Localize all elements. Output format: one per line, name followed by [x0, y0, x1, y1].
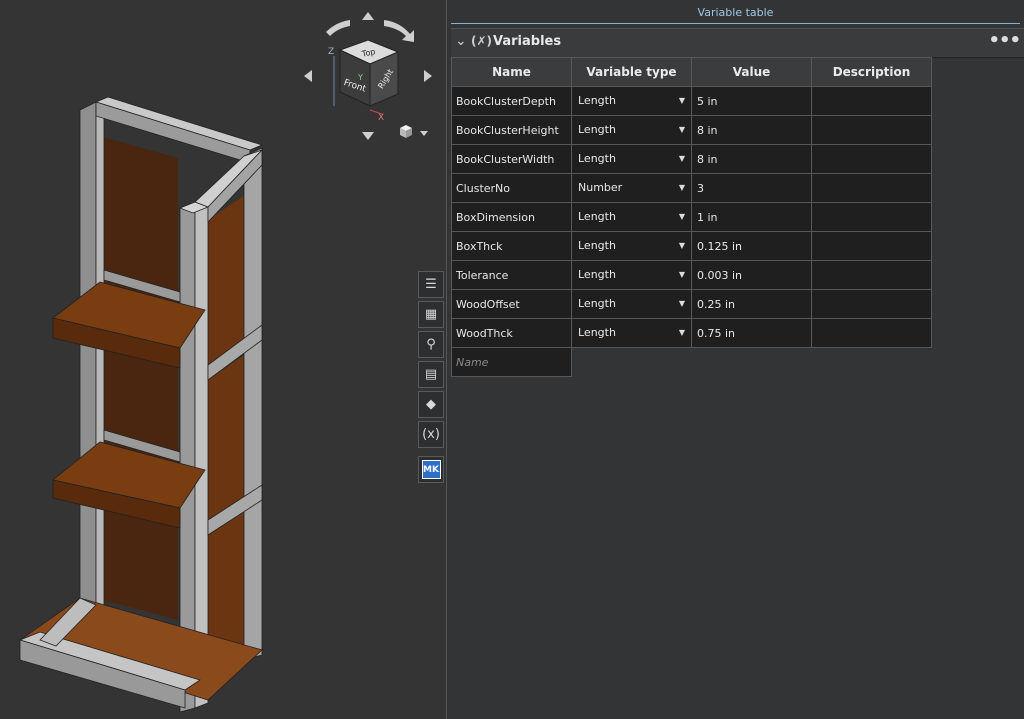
dropdown-arrow-icon[interactable]: ▼: [679, 117, 685, 144]
table-row[interactable]: BookClusterWidth Length ▼ 8 in: [451, 144, 932, 174]
variable-name-cell[interactable]: Tolerance: [451, 260, 572, 290]
variable-name-cell[interactable]: BoxThck: [451, 231, 572, 261]
variable-type-value: Length: [578, 326, 616, 339]
table-header-row: Name Variable type Value Description: [451, 57, 932, 87]
variable-type-value: Number: [578, 181, 623, 194]
table-row[interactable]: BookClusterHeight Length ▼ 8 in: [451, 115, 932, 145]
dropdown-arrow-icon[interactable]: ▼: [679, 88, 685, 115]
dropdown-arrow-icon[interactable]: ▼: [679, 233, 685, 260]
variables-table: Name Variable type Value Description Boo…: [451, 57, 932, 377]
header-variable-type[interactable]: Variable type: [571, 57, 692, 87]
axis-x-label: X: [378, 113, 384, 123]
rotate-left-side-arrow[interactable]: [304, 70, 312, 82]
header-name[interactable]: Name: [451, 57, 572, 87]
variable-name-cell[interactable]: WoodThck: [451, 318, 572, 348]
table-row[interactable]: BookClusterDepth Length ▼ 5 in: [451, 86, 932, 116]
parts-icon[interactable]: ▦: [418, 301, 444, 328]
variable-value-cell[interactable]: 8 in: [691, 115, 812, 145]
variable-name-cell[interactable]: BookClusterHeight: [451, 115, 572, 145]
variable-value-cell[interactable]: 8 in: [691, 144, 812, 174]
variable-type-value: Length: [578, 239, 616, 252]
variable-type-select[interactable]: Length ▼: [571, 144, 692, 174]
dropdown-arrow-icon[interactable]: ▼: [679, 175, 685, 202]
variable-type-value: Length: [578, 152, 616, 165]
variable-value-cell[interactable]: 3: [691, 173, 812, 203]
variable-type-select[interactable]: Length ▼: [571, 260, 692, 290]
variable-description-cell[interactable]: [811, 173, 932, 203]
variable-description-cell[interactable]: [811, 115, 932, 145]
variable-description-cell[interactable]: [811, 86, 932, 116]
view-options-icon[interactable]: [400, 125, 428, 138]
mk-app-icon[interactable]: MK: [418, 456, 444, 483]
variable-description-cell[interactable]: [811, 318, 932, 348]
dropdown-arrow-icon[interactable]: ▼: [679, 146, 685, 173]
variable-name-cell[interactable]: BookClusterWidth: [451, 144, 572, 174]
variable-description-cell[interactable]: [811, 202, 932, 232]
variable-type-select[interactable]: Length ▼: [571, 86, 692, 116]
dropdown-arrow-icon[interactable]: ▼: [679, 320, 685, 347]
variable-type-select[interactable]: Length ▼: [571, 115, 692, 145]
variable-type-value: Length: [578, 94, 616, 107]
mates-icon[interactable]: ⚲: [418, 331, 444, 358]
variable-description-cell[interactable]: [811, 144, 932, 174]
header-description[interactable]: Description: [811, 57, 932, 87]
variable-description-cell[interactable]: [811, 231, 932, 261]
variable-table-panel: Variable table ⌄ (✗) Variables ••• Name …: [447, 0, 1024, 719]
variables-icon[interactable]: (x): [418, 421, 444, 448]
table-row[interactable]: Tolerance Length ▼ 0.003 in: [451, 260, 932, 290]
table-row[interactable]: WoodThck Length ▼ 0.75 in: [451, 318, 932, 348]
rotate-up-arrow[interactable]: [362, 12, 374, 20]
rotate-right-arrow[interactable]: [384, 20, 414, 42]
variable-type-select[interactable]: Length ▼: [571, 318, 692, 348]
table-row[interactable]: BoxDimension Length ▼ 1 in: [451, 202, 932, 232]
new-variable-row: Name: [451, 347, 932, 377]
dropdown-arrow-icon[interactable]: ▼: [679, 262, 685, 289]
variable-value-cell[interactable]: 5 in: [691, 86, 812, 116]
variable-type-value: Length: [578, 123, 616, 136]
variable-description-cell[interactable]: [811, 289, 932, 319]
panel-title: Variable table: [697, 6, 774, 19]
variable-name-cell[interactable]: BoxDimension: [451, 202, 572, 232]
variable-type-select[interactable]: Length ▼: [571, 202, 692, 232]
variable-value-cell[interactable]: 0.25 in: [691, 289, 812, 319]
table-row[interactable]: ClusterNo Number ▼ 3: [451, 173, 932, 203]
dropdown-arrow-icon[interactable]: ▼: [679, 291, 685, 318]
appearance-icon[interactable]: ◆: [418, 391, 444, 418]
chevron-down-icon[interactable]: ⌄: [455, 33, 467, 49]
variable-value-cell[interactable]: 1 in: [691, 202, 812, 232]
table-row[interactable]: WoodOffset Length ▼ 0.25 in: [451, 289, 932, 319]
feature-list-icon[interactable]: ☰: [418, 271, 444, 298]
variable-value-cell[interactable]: 0.003 in: [691, 260, 812, 290]
right-toolbar: ☰ ▦ ⚲ ▤ ◆ (x) MK: [418, 271, 444, 486]
section-title: Variables: [493, 34, 562, 49]
variables-section-header[interactable]: ⌄ (✗) Variables •••: [451, 28, 1024, 58]
axis-z-label: Z: [328, 47, 334, 57]
variable-type-select[interactable]: Number ▼: [571, 173, 692, 203]
panel-title-underline: [451, 23, 1020, 24]
axis-y-label: Y: [357, 73, 363, 82]
variable-type-value: Length: [578, 210, 616, 223]
variable-type-value: Length: [578, 297, 616, 310]
variable-value-cell[interactable]: 0.125 in: [691, 231, 812, 261]
variable-name-cell[interactable]: WoodOffset: [451, 289, 572, 319]
rotate-right-side-arrow[interactable]: [424, 70, 432, 82]
variable-description-cell[interactable]: [811, 260, 932, 290]
variable-name-cell[interactable]: BookClusterDepth: [451, 86, 572, 116]
variable-type-select[interactable]: Length ▼: [571, 289, 692, 319]
variables-icon: (✗): [471, 34, 493, 48]
new-variable-name-input[interactable]: Name: [451, 347, 572, 377]
variable-value-cell[interactable]: 0.75 in: [691, 318, 812, 348]
mk-app-label: MK: [421, 460, 441, 479]
bom-icon[interactable]: ▤: [418, 361, 444, 388]
variable-name-cell[interactable]: ClusterNo: [451, 173, 572, 203]
variable-type-value: Length: [578, 268, 616, 281]
rotate-left-arrow[interactable]: [326, 20, 350, 36]
ellipsis-icon[interactable]: •••: [988, 30, 1021, 51]
view-cube[interactable]: Top Front Right Z Y X: [296, 10, 436, 140]
variable-type-select[interactable]: Length ▼: [571, 231, 692, 261]
dropdown-arrow-icon[interactable]: ▼: [679, 204, 685, 231]
rotate-down-arrow[interactable]: [362, 132, 374, 140]
header-value[interactable]: Value: [691, 57, 812, 87]
table-row[interactable]: BoxThck Length ▼ 0.125 in: [451, 231, 932, 261]
